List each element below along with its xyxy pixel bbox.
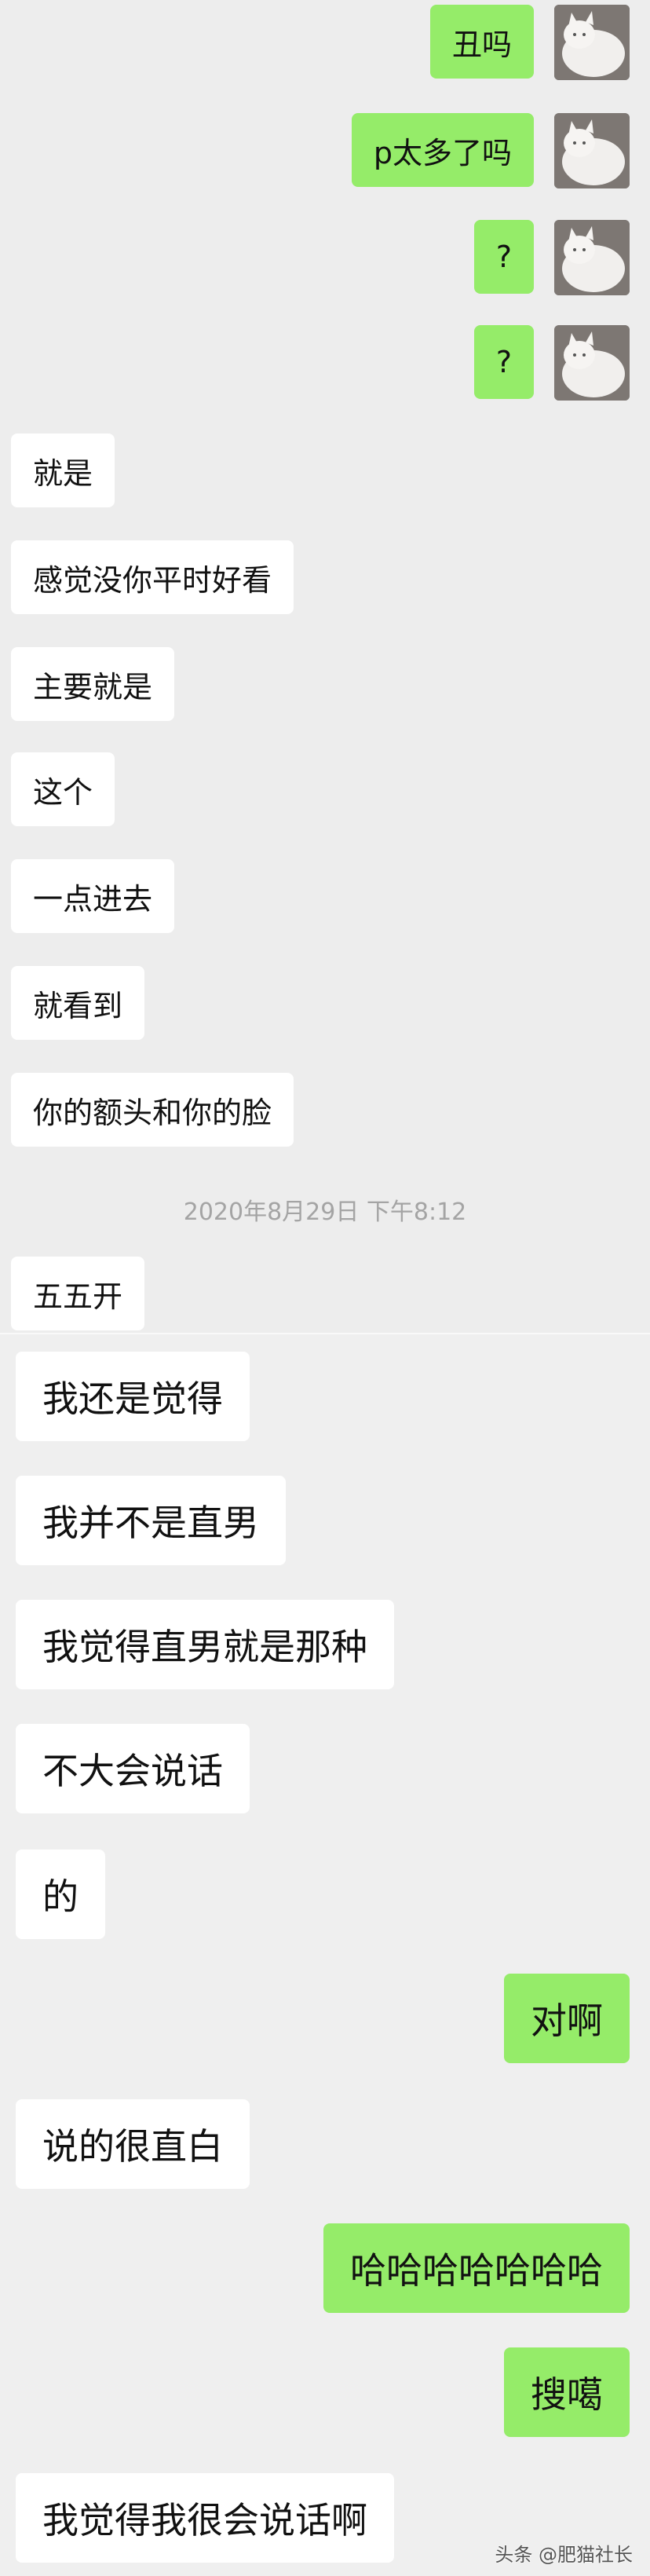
received-message-bubble[interactable]: 不大会说话 — [16, 1724, 250, 1813]
received-message-bubble[interactable]: 我觉得直男就是那种 — [16, 1600, 394, 1689]
received-message-bubble[interactable]: 一点进去 — [11, 859, 175, 933]
received-message-bubble[interactable]: 的 — [16, 1850, 105, 1939]
cat-avatar-icon — [554, 5, 630, 80]
cat-avatar-icon — [554, 113, 630, 188]
received-message-bubble[interactable]: 就看到 — [11, 966, 145, 1040]
received-message-bubble[interactable]: 说的很直白 — [16, 2099, 250, 2189]
sent-message-bubble[interactable]: 哈哈哈哈哈哈哈 — [323, 2223, 630, 2313]
cat-avatar-icon — [554, 220, 630, 295]
sent-message-bubble[interactable]: 丑吗 — [429, 5, 534, 79]
received-message-bubble[interactable]: 你的额头和你的脸 — [11, 1073, 294, 1147]
received-message-bubble[interactable]: 这个 — [11, 752, 115, 826]
received-message-bubble[interactable]: 感觉没你平时好看 — [11, 540, 294, 614]
avatar[interactable] — [554, 113, 630, 188]
chat-timestamp: 2020年8月29日 下午8:12 — [183, 1198, 467, 1226]
received-message-bubble[interactable]: 就是 — [11, 434, 115, 507]
sent-message-bubble[interactable]: p太多了吗 — [351, 113, 534, 187]
sent-message-bubble[interactable]: ? — [473, 220, 534, 294]
received-message-bubble[interactable]: 我并不是直男 — [16, 1476, 286, 1565]
chat-screenshot-bottom: 我还是觉得 我并不是直男 我觉得直男就是那种 不大会说话 的 对啊 说的很直白 … — [0, 1334, 650, 2576]
avatar[interactable] — [554, 5, 630, 80]
sent-message-bubble[interactable]: ? — [473, 325, 534, 399]
sent-message-bubble[interactable]: 对啊 — [504, 1974, 630, 2063]
avatar[interactable] — [554, 325, 630, 401]
received-message-bubble[interactable]: 主要就是 — [11, 647, 175, 721]
received-message-bubble[interactable]: 我还是觉得 — [16, 1352, 250, 1441]
sent-message-bubble[interactable]: 搜噶 — [504, 2347, 630, 2437]
chat-screenshot-top: 丑吗 p太多了吗 ? ? 就是 感觉没你平时好看 主要就是 这个 一点进去 就看… — [0, 0, 650, 1333]
cat-avatar-icon — [554, 325, 630, 401]
received-message-bubble[interactable]: 五五开 — [11, 1257, 145, 1330]
watermark: 头条 @肥猫社长 — [495, 2544, 633, 2566]
avatar[interactable] — [554, 220, 630, 295]
received-message-bubble[interactable]: 我觉得我很会说话啊 — [16, 2473, 394, 2563]
